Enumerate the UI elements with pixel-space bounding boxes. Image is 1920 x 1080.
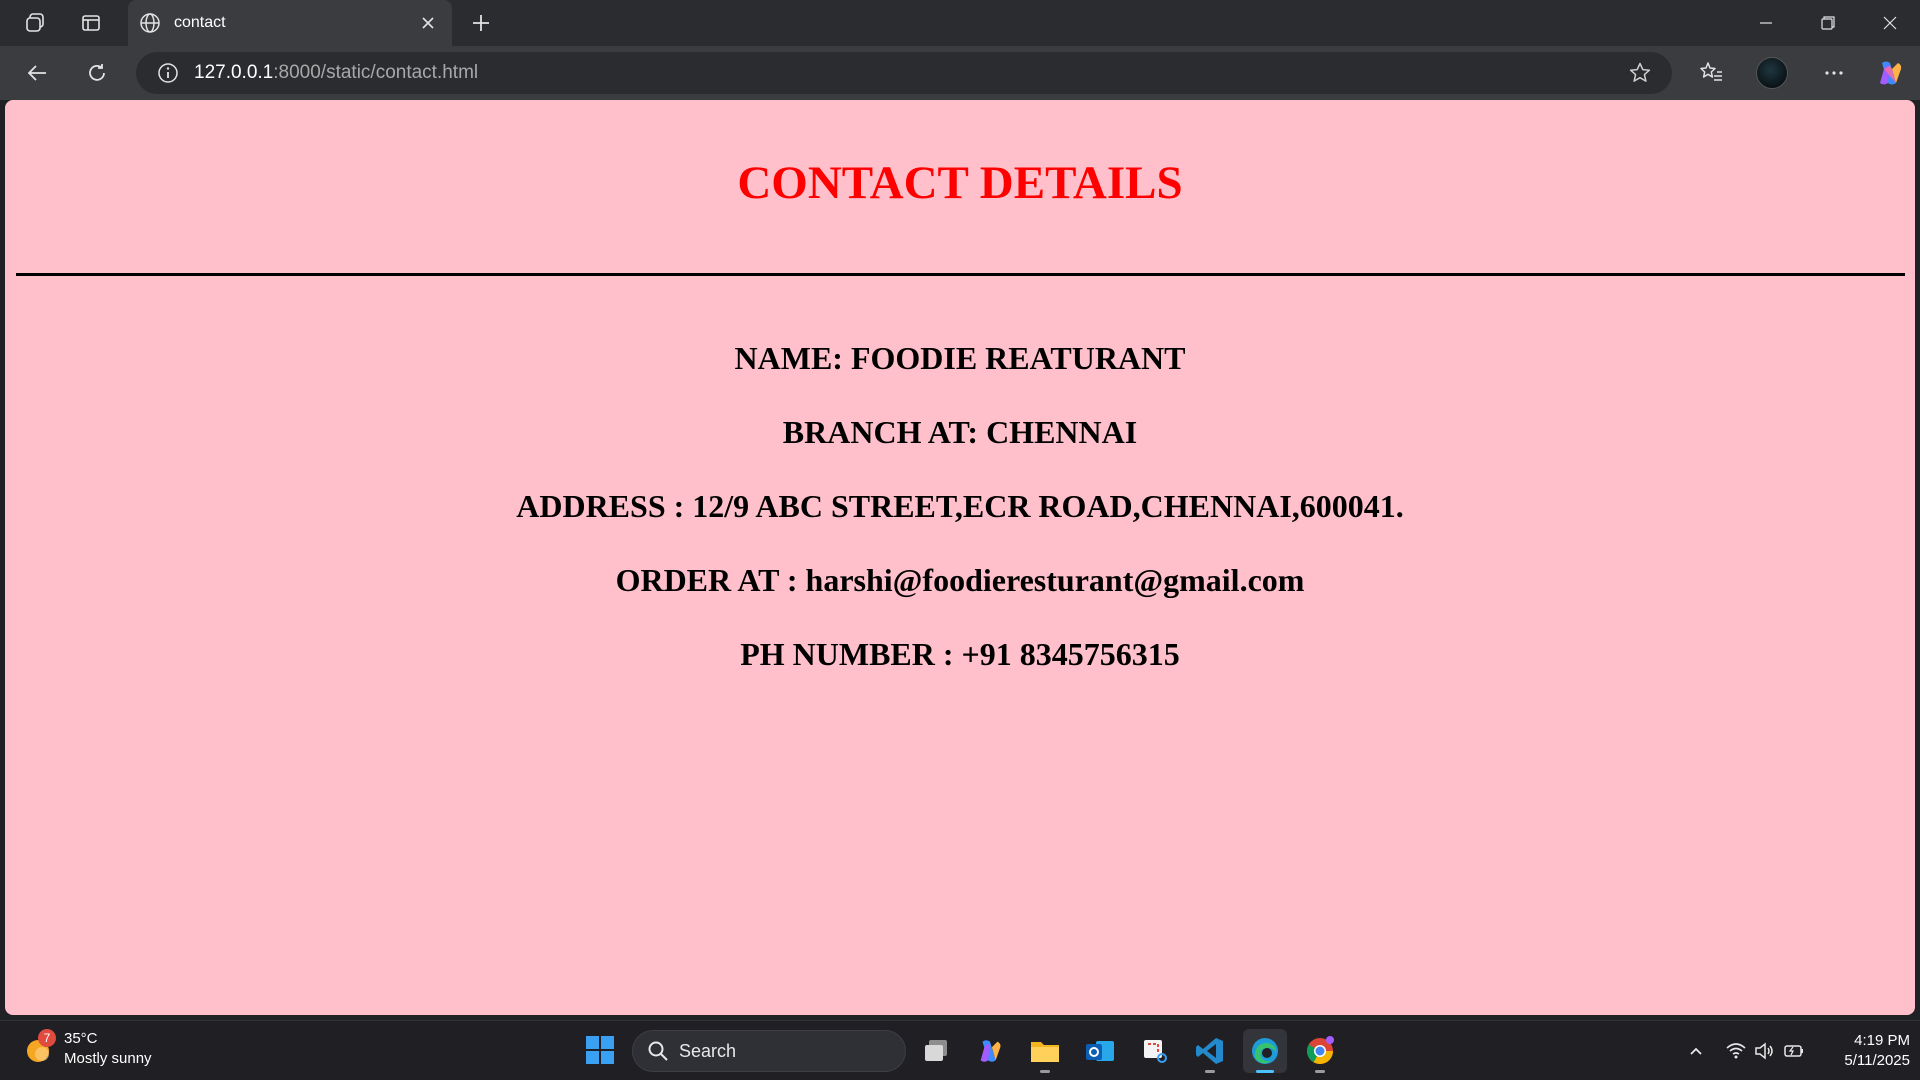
- battery-icon[interactable]: [1780, 1037, 1808, 1065]
- running-indicator: [1315, 1070, 1325, 1073]
- page-viewport: CONTACT DETAILS NAME: FOODIE REATURANT B…: [5, 100, 1915, 1015]
- url-path: :8000/static/contact.html: [273, 62, 479, 83]
- page-title: CONTACT DETAILS: [737, 157, 1183, 209]
- tab-actions-icon[interactable]: [76, 8, 106, 38]
- task-view-icon[interactable]: [914, 1029, 958, 1073]
- taskbar-search[interactable]: Search: [632, 1030, 906, 1072]
- file-explorer-icon[interactable]: [1023, 1029, 1067, 1073]
- address-bar[interactable]: 127.0.0.1:8000/static/contact.html: [136, 52, 1672, 94]
- url-host: 127.0.0.1: [194, 62, 274, 83]
- search-icon: [648, 1041, 668, 1061]
- workspaces-icon[interactable]: [20, 8, 50, 38]
- favorites-icon[interactable]: [1694, 56, 1728, 90]
- active-indicator: [1256, 1070, 1274, 1073]
- tab-contact[interactable]: contact: [128, 0, 452, 46]
- clock-time: 4:19 PM: [1854, 1032, 1910, 1049]
- detail-phone: PH NUMBER : +91 8345756315: [740, 636, 1180, 672]
- copilot-app-icon[interactable]: [968, 1029, 1012, 1073]
- favorite-star-icon[interactable]: [1626, 59, 1654, 87]
- running-indicator: [1205, 1070, 1215, 1073]
- detail-order: ORDER AT : harshi@foodieresturant@gmail.…: [615, 562, 1305, 598]
- new-tab-icon[interactable]: [466, 8, 496, 38]
- close-tab-icon[interactable]: [416, 11, 440, 35]
- detail-address: ADDRESS : 12/9 ABC STREET,ECR ROAD,CHENN…: [516, 488, 1404, 524]
- show-hidden-icons-chevron-icon[interactable]: [1682, 1037, 1710, 1065]
- system-clock[interactable]: 4:19 PM 5/11/2025: [1810, 1031, 1910, 1071]
- close-window-icon[interactable]: [1860, 0, 1920, 46]
- site-info-icon[interactable]: [156, 61, 180, 85]
- taskbar: 7 35°C Mostly sunny Search 4:19 PM 5/11/…: [0, 1020, 1920, 1080]
- chrome-icon[interactable]: [1298, 1029, 1342, 1073]
- globe-icon: [138, 11, 162, 35]
- volume-icon[interactable]: [1750, 1037, 1778, 1065]
- copilot-icon[interactable]: [1874, 57, 1906, 89]
- detail-name: NAME: FOODIE REATURANT: [734, 340, 1186, 376]
- running-indicator: [1040, 1070, 1050, 1073]
- snipping-tool-icon[interactable]: [1133, 1029, 1177, 1073]
- weather-desc: Mostly sunny: [64, 1050, 152, 1067]
- weather-sun-icon: 7: [24, 1029, 56, 1065]
- vscode-icon[interactable]: [1188, 1029, 1232, 1073]
- more-options-icon[interactable]: [1817, 56, 1851, 90]
- outlook-icon[interactable]: [1078, 1029, 1122, 1073]
- detail-branch: BRANCH AT: CHENNAI: [782, 414, 1138, 450]
- back-icon[interactable]: [20, 56, 54, 90]
- weather-widget[interactable]: 7 35°C Mostly sunny: [24, 1029, 152, 1069]
- edge-icon[interactable]: [1243, 1029, 1287, 1073]
- restore-icon[interactable]: [1798, 0, 1858, 46]
- windows-start-icon[interactable]: [584, 1034, 616, 1066]
- url-text[interactable]: 127.0.0.1:8000/static/contact.html: [194, 62, 1626, 84]
- title-bar: contact: [0, 0, 1920, 46]
- weather-badge: 7: [38, 1029, 56, 1047]
- refresh-icon[interactable]: [80, 56, 114, 90]
- wifi-icon[interactable]: [1722, 1037, 1750, 1065]
- clock-date: 5/11/2025: [1844, 1052, 1910, 1069]
- search-label: Search: [679, 1040, 737, 1061]
- browser-toolbar: 127.0.0.1:8000/static/contact.html: [0, 46, 1920, 100]
- weather-temp: 35°C: [64, 1030, 98, 1047]
- tab-title: contact: [174, 14, 226, 31]
- profile-avatar[interactable]: [1756, 57, 1788, 89]
- minimize-icon[interactable]: [1736, 0, 1796, 46]
- horizontal-rule: [16, 273, 1905, 276]
